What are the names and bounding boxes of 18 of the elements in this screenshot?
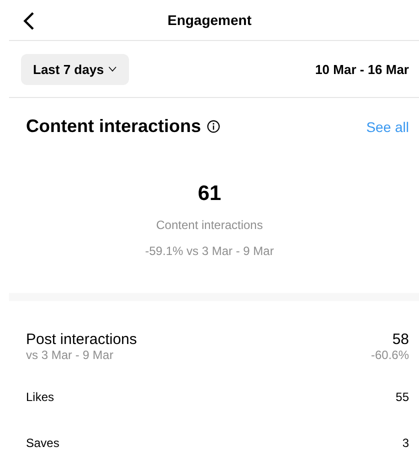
post-interactions-title: Post interactions	[26, 331, 137, 348]
metric-value: 55	[396, 390, 409, 404]
info-icon[interactable]	[207, 120, 220, 133]
back-icon[interactable]	[23, 12, 35, 30]
post-interactions-value: 58	[392, 331, 409, 348]
section-title: Content interactions	[26, 116, 202, 137]
interactions-total: 61	[198, 182, 222, 206]
percent-change: -60.6%	[370, 348, 409, 362]
total-label: Content interactions	[156, 218, 263, 232]
metric-label: Likes	[26, 390, 54, 404]
period-dropdown[interactable]: Last 7 days	[21, 54, 129, 84]
metric-value: 3	[402, 436, 409, 450]
metric-label: Saves	[26, 436, 60, 450]
change-text: -59.1% vs 3 Mar - 9 Mar	[145, 244, 274, 258]
page-title: Engagement	[167, 12, 252, 28]
date-range: 10 Mar - 16 Mar	[315, 62, 409, 76]
comparison-period: vs 3 Mar - 9 Mar	[26, 348, 114, 362]
chevron-down-icon	[108, 66, 117, 72]
